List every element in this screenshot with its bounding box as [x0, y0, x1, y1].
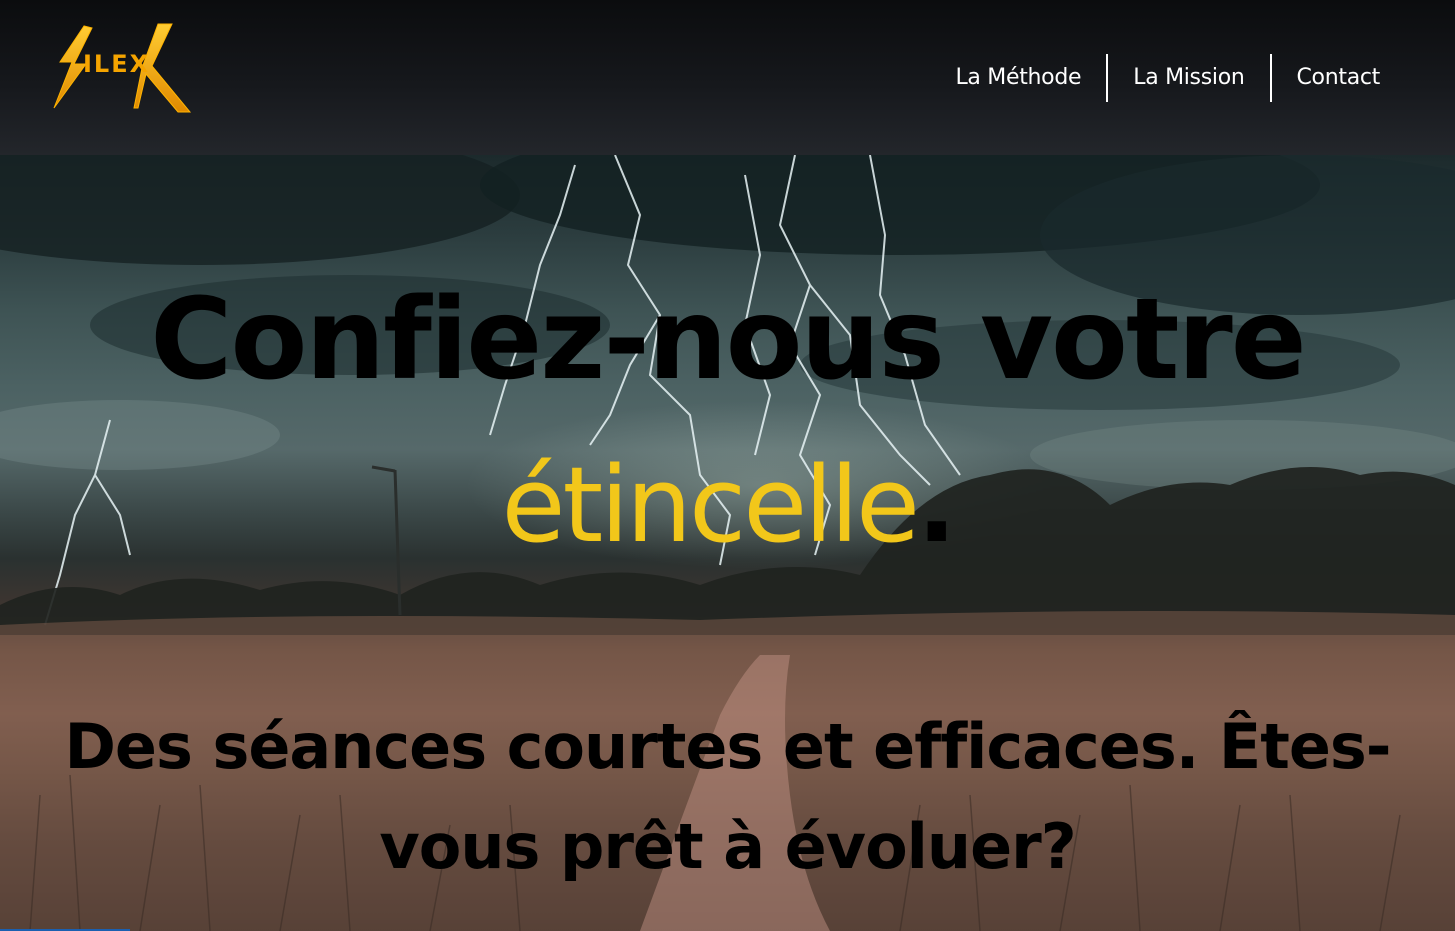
- nav-item-la-methode[interactable]: La Méthode: [930, 54, 1106, 102]
- hero-section: Confiez-nous votre étincelle. Des séance…: [0, 155, 1455, 931]
- hero-headline: Confiez-nous votre: [150, 275, 1306, 405]
- nav-item-la-mission[interactable]: La Mission: [1108, 54, 1269, 102]
- main-nav: La Méthode La Mission Contact: [930, 54, 1380, 102]
- site-header: ILEX La Méthode La Mission Contact: [0, 0, 1455, 155]
- page: ILEX La Méthode La Mission Contact Confi…: [0, 0, 1455, 931]
- hero-headline-accent: étincelle.: [0, 445, 1455, 565]
- accent-word: étincelle: [501, 444, 920, 566]
- hero-subline: Des séances courtes et efficaces. Êtes-v…: [64, 710, 1391, 883]
- nav-item-contact[interactable]: Contact: [1272, 54, 1381, 102]
- accent-punctuation: .: [917, 444, 956, 566]
- silex-logo[interactable]: ILEX: [50, 22, 195, 117]
- logo-text: ILEX: [83, 50, 150, 78]
